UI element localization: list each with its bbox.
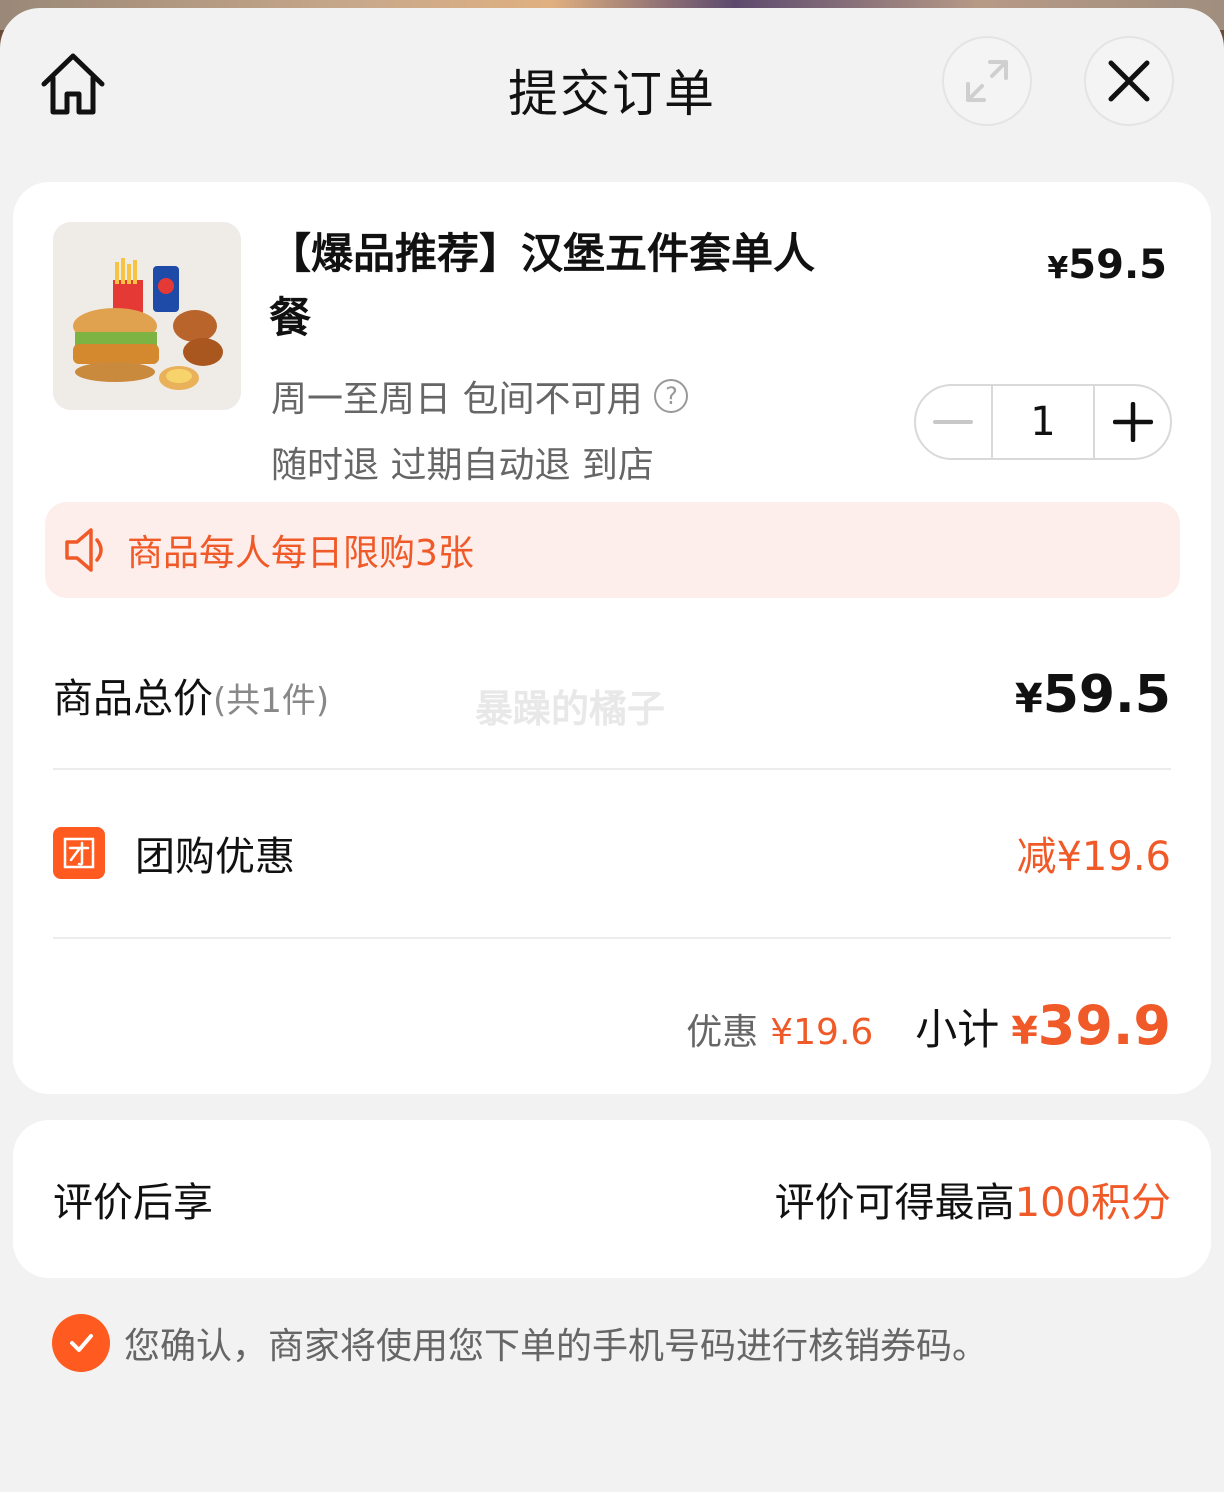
expand-button[interactable] bbox=[942, 36, 1032, 126]
burger-meal-illustration bbox=[53, 222, 241, 410]
refund-tags: 随时退 过期自动退 到店 bbox=[271, 445, 654, 486]
close-icon bbox=[1108, 60, 1150, 102]
total-number: 59.5 bbox=[1042, 665, 1171, 725]
price-symbol: ¥ bbox=[1047, 251, 1069, 286]
subtotal-label: 小计 bbox=[915, 1004, 1000, 1054]
header: 提交订单 bbox=[0, 8, 1224, 168]
minus-icon bbox=[933, 420, 974, 424]
product-price: ¥59.5 bbox=[1047, 242, 1167, 288]
usage-tags: 周一至周日 包间不可用 ? bbox=[271, 370, 689, 422]
total-price-label-group: 商品总价(共1件) bbox=[53, 666, 329, 724]
notice-text: 商品每人每日限购3张 bbox=[127, 533, 474, 574]
decrease-button[interactable] bbox=[916, 386, 991, 458]
group-discount-row[interactable]: 团购优惠 减¥19.6 bbox=[53, 818, 1171, 888]
expand-icon bbox=[966, 60, 1008, 102]
watermark: 暴躁的橘子 bbox=[475, 687, 666, 731]
confirm-text: 您确认，商家将使用您下单的手机号码进行核销券码。 bbox=[124, 1326, 989, 1367]
subtotal-group: 优惠 ¥19.6 小计 ¥39.9 bbox=[686, 994, 1171, 1057]
discount-amount: ¥19.6 bbox=[770, 1011, 874, 1053]
page-title: 提交订单 bbox=[508, 65, 716, 123]
subtotal-value: ¥39.9 bbox=[1011, 994, 1171, 1057]
check-icon bbox=[70, 1334, 93, 1352]
divider bbox=[53, 937, 1171, 939]
total-price-value: ¥59.5 bbox=[1015, 665, 1171, 725]
subtotal-row: 优惠 ¥19.6 小计 ¥39.9 bbox=[53, 990, 1171, 1060]
increase-button[interactable] bbox=[1095, 386, 1170, 458]
total-symbol: ¥ bbox=[1014, 676, 1043, 722]
usage-tags-text: 周一至周日 包间不可用 bbox=[271, 379, 643, 420]
close-button[interactable] bbox=[1084, 36, 1174, 126]
product-image[interactable] bbox=[53, 222, 241, 410]
total-price-label: 商品总价 bbox=[53, 676, 213, 722]
confirm-checkbox[interactable] bbox=[52, 1314, 110, 1372]
quantity-stepper: 1 bbox=[914, 384, 1172, 460]
divider bbox=[53, 768, 1171, 770]
review-label: 评价后享 bbox=[53, 1180, 213, 1226]
order-sheet: 提交订单 【爆品推荐】汉堡五件套单人餐 ¥59.5 周一至周日 包间不可用 ? … bbox=[0, 8, 1224, 1492]
price-value: 59.5 bbox=[1068, 242, 1167, 288]
group-discount-label-group: 团购优惠 bbox=[53, 824, 295, 882]
plus-icon bbox=[1112, 402, 1153, 442]
subtotal-symbol: ¥ bbox=[1011, 1008, 1038, 1053]
purchase-limit-notice: 商品每人每日限购3张 bbox=[45, 502, 1180, 598]
group-buy-icon bbox=[53, 827, 105, 879]
speaker-icon bbox=[65, 528, 103, 572]
quantity-value[interactable]: 1 bbox=[990, 386, 1096, 458]
review-reward-text: 评价可得最高 bbox=[774, 1180, 1015, 1226]
discount-label: 优惠 bbox=[686, 1011, 759, 1053]
review-row: 评价后享 评价可得最高100积分 bbox=[53, 1164, 1171, 1234]
subtotal-number: 39.9 bbox=[1037, 993, 1171, 1057]
group-buy-glyph bbox=[63, 837, 95, 869]
review-reward: 评价可得最高100积分 bbox=[775, 1170, 1171, 1228]
order-card: 【爆品推荐】汉堡五件套单人餐 ¥59.5 周一至周日 包间不可用 ? 随时退 过… bbox=[13, 182, 1211, 1094]
review-card[interactable]: 评价后享 评价可得最高100积分 bbox=[13, 1120, 1211, 1278]
group-discount-label: 团购优惠 bbox=[135, 834, 295, 880]
confirm-agreement: 您确认，商家将使用您下单的手机号码进行核销券码。 bbox=[52, 1314, 988, 1372]
item-count: (共1件) bbox=[213, 681, 330, 721]
product-title[interactable]: 【爆品推荐】汉堡五件套单人餐 bbox=[269, 222, 839, 350]
question-icon[interactable]: ? bbox=[654, 379, 689, 413]
group-discount-value: 减¥19.6 bbox=[1016, 834, 1171, 880]
review-reward-points: 100积分 bbox=[1014, 1180, 1171, 1226]
